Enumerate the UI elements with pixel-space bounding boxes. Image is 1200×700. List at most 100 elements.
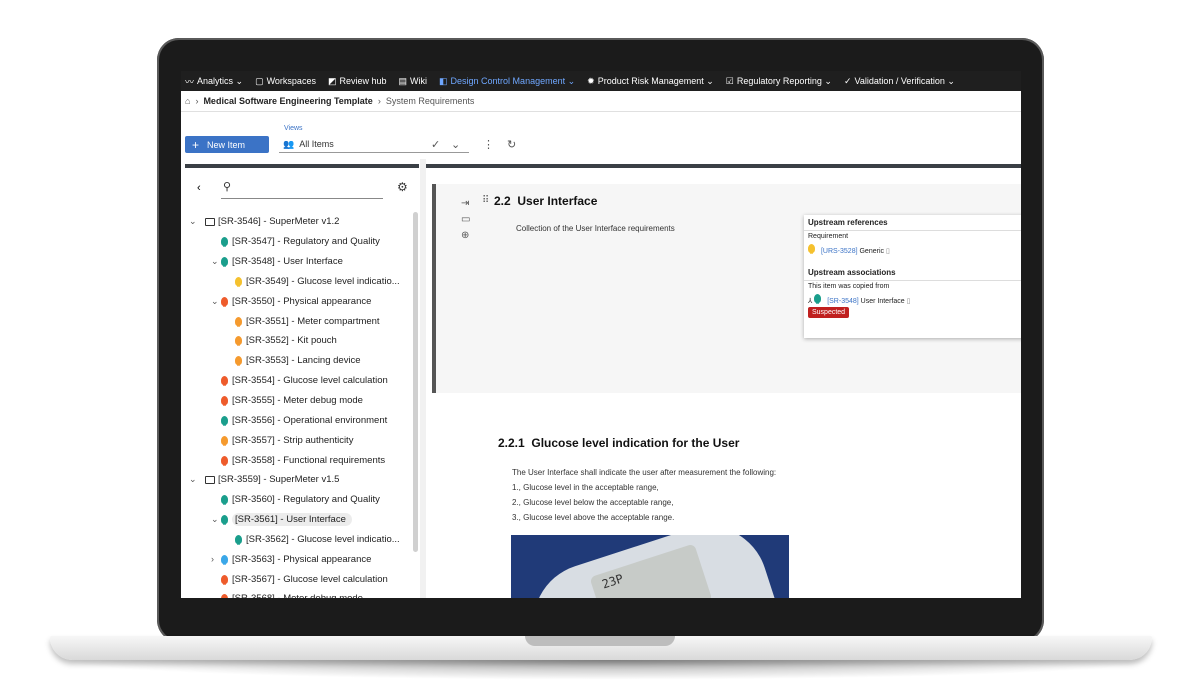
chevron-down-icon[interactable]: ⌄ xyxy=(189,216,199,227)
tree-item[interactable]: [SR-3547] - Regulatory and Quality xyxy=(185,232,413,252)
tree-panel: ‹ ⚲ ⚙ ⌄ [SR-3546] - SuperMeter v1.2 [SR-35… xyxy=(185,164,419,598)
validation-icon: ✓ xyxy=(843,75,852,86)
tree-item[interactable]: [SR-3558] - Functional requirements xyxy=(185,450,413,470)
bulb-icon xyxy=(221,495,228,506)
chevron-down-icon[interactable]: ⌄ xyxy=(451,138,460,151)
tree-item[interactable]: ⌄ [SR-3561] - User Interface xyxy=(185,510,413,530)
breadcrumb-page[interactable]: System Requirements xyxy=(386,96,475,106)
tree-item[interactable]: [SR-3553] - Lancing device xyxy=(185,351,413,371)
search-icon[interactable]: ⚲ xyxy=(223,180,231,193)
nav-item-validation[interactable]: ✓ Validation / Verification ⌄ xyxy=(844,76,955,87)
tree-item[interactable]: [SR-3562] - Glucose level indicatio... xyxy=(185,530,413,550)
nav-item-regulatory[interactable]: ☑ Regulatory Reporting ⌄ xyxy=(726,76,832,87)
tree-item-label: [SR-3568] - Meter debug mode xyxy=(232,593,363,598)
home-icon[interactable]: ⌂ xyxy=(185,96,190,106)
hierarchy-icon: ⅄ xyxy=(808,298,813,305)
bulb-icon xyxy=(221,574,228,585)
bulb-icon xyxy=(808,244,815,254)
tree-item[interactable]: [SR-3551] - Meter compartment xyxy=(185,311,413,331)
tree-item-label: [SR-3552] - Kit pouch xyxy=(246,335,337,347)
tree-item[interactable]: ⌄ [SR-3550] - Physical appearance xyxy=(185,291,413,311)
check-icon[interactable]: ✓ xyxy=(431,138,440,151)
drag-handle-icon[interactable]: ⠿ xyxy=(482,195,489,206)
tree-item[interactable]: ⌄ [SR-3548] - User Interface xyxy=(185,252,413,272)
wiki-icon: ▤ xyxy=(398,75,408,86)
collapse-panel-icon[interactable]: ‹ xyxy=(197,182,201,194)
refresh-icon[interactable]: ↻ xyxy=(507,138,516,151)
chevron-down-icon[interactable]: ⌄ xyxy=(211,514,221,525)
gear-icon[interactable]: ⚙ xyxy=(397,180,408,194)
tree-item[interactable]: [SR-3557] - Strip authenticity xyxy=(185,430,413,450)
folder-icon xyxy=(205,217,215,226)
tree-item[interactable]: [SR-3567] - Glucose level calculation xyxy=(185,569,413,589)
body-line: 1., Glucose level in the acceptable rang… xyxy=(512,483,659,492)
add-icon[interactable]: ⊕ xyxy=(461,228,470,244)
bulb-icon xyxy=(221,435,228,446)
bulb-icon xyxy=(221,594,228,598)
views-select[interactable]: 👥 All Items xyxy=(279,136,469,153)
bulb-icon xyxy=(221,515,228,526)
suspected-badge[interactable]: Suspected xyxy=(808,307,850,318)
new-item-button[interactable]: + New Item xyxy=(185,136,269,153)
section-title: 2.2 User Interface xyxy=(494,194,598,208)
design-control-icon: ◧ xyxy=(439,75,448,86)
document-icon: ▯ xyxy=(885,248,890,255)
tree-item[interactable]: › [SR-3563] - Physical appearance xyxy=(185,549,413,569)
chevron-down-icon[interactable]: ⌄ xyxy=(189,474,199,485)
tree-item-label: [SR-3548] - User Interface xyxy=(232,256,343,268)
insert-icon[interactable]: ▭ xyxy=(461,212,470,228)
regulatory-icon: ☑ xyxy=(725,75,734,86)
tree-item[interactable]: [SR-3555] - Meter debug mode xyxy=(185,391,413,411)
nav-item-design-control[interactable]: ◧ Design Control Management ⌄ xyxy=(439,76,575,87)
glucose-meter-image: 23P xyxy=(511,535,789,598)
body-line: The User Interface shall indicate the us… xyxy=(512,468,777,477)
tree-item[interactable]: [SR-3554] - Glucose level calculation xyxy=(185,371,413,391)
tree-item[interactable]: [SR-3568] - Meter debug mode xyxy=(185,589,413,598)
tree-item-label: [SR-3557] - Strip authenticity xyxy=(232,434,354,446)
chevron-down-icon[interactable]: ⌄ xyxy=(211,296,221,307)
more-options-icon[interactable]: ⋮ xyxy=(483,138,494,151)
top-navigation: 〰 Analytics ⌄ ▢ Workspaces ◩ Review hub ▤ Wiki ◧… xyxy=(181,71,1021,91)
search-input[interactable] xyxy=(221,198,383,199)
breadcrumb: ⌂ › Medical Software Engineering Templat… xyxy=(185,96,475,106)
body-line: 2., Glucose level below the acceptable r… xyxy=(512,498,674,507)
document-panel: ⇥ ▭ ⊕ ⠿ 2.2 User Interface Collection of… xyxy=(426,164,1021,598)
nav-item-analytics[interactable]: 〰 Analytics ⌄ xyxy=(185,75,243,88)
views-label: Views xyxy=(284,125,303,132)
expand-icon[interactable]: ⇥ xyxy=(461,196,470,212)
tree-item-label: [SR-3546] - SuperMeter v1.2 xyxy=(218,216,340,228)
laptop-notch xyxy=(525,636,675,646)
nav-item-review-hub[interactable]: ◩ Review hub xyxy=(328,76,387,87)
tree-item-label: [SR-3556] - Operational environment xyxy=(232,414,388,426)
chevron-down-icon[interactable]: ⌄ xyxy=(211,256,221,267)
bulb-icon xyxy=(235,336,242,347)
tree-scrollbar[interactable] xyxy=(413,212,418,552)
tree-item[interactable]: [SR-3549] - Glucose level indicatio... xyxy=(185,272,413,292)
review-hub-icon: ◩ xyxy=(327,75,337,86)
bulb-icon xyxy=(221,415,228,426)
section-description: Collection of the User Interface require… xyxy=(516,224,675,233)
breadcrumb-project[interactable]: Medical Software Engineering Template xyxy=(203,96,372,106)
bulb-icon xyxy=(221,376,228,387)
tree-item-label: [SR-3558] - Functional requirements xyxy=(232,454,386,466)
nav-item-wiki[interactable]: ▤ Wiki xyxy=(399,76,428,87)
toolbar: + New Item Views 👥 All Items ✓ ⌄ ⋮ ↻ xyxy=(181,111,1021,159)
chevron-right-icon[interactable]: › xyxy=(211,554,221,564)
tree-item[interactable]: ⌄ [SR-3546] - SuperMeter v1.2 xyxy=(185,212,413,232)
bulb-icon xyxy=(235,356,242,367)
tree-item-label: [SR-3555] - Meter debug mode xyxy=(232,395,363,407)
nav-item-workspaces[interactable]: ▢ Workspaces xyxy=(255,76,316,87)
tree-item[interactable]: ⌄ [SR-3559] - SuperMeter v1.5 xyxy=(185,470,413,490)
copied-from-label: This item was copied from xyxy=(808,283,890,290)
upstream-association-item[interactable]: ⅄ [SR-3548] User Interface ▯ xyxy=(804,292,1021,307)
tree-item-label: [SR-3560] - Regulatory and Quality xyxy=(232,494,380,506)
screen: 〰 Analytics ⌄ ▢ Workspaces ◩ Review hub ▤ Wiki ◧… xyxy=(181,71,1021,598)
tree-item[interactable]: [SR-3552] - Kit pouch xyxy=(185,331,413,351)
tree-item-label: [SR-3547] - Regulatory and Quality xyxy=(232,236,380,248)
folder-icon xyxy=(205,475,215,484)
tree-item[interactable]: [SR-3556] - Operational environment xyxy=(185,410,413,430)
upstream-reference-item[interactable]: [URS-3528] Generic ▯ xyxy=(804,242,1021,257)
tree-item-label: [SR-3567] - Glucose level calculation xyxy=(232,573,388,585)
nav-item-risk[interactable]: ✹ Product Risk Management ⌄ xyxy=(587,76,714,87)
tree-item[interactable]: [SR-3560] - Regulatory and Quality xyxy=(185,490,413,510)
